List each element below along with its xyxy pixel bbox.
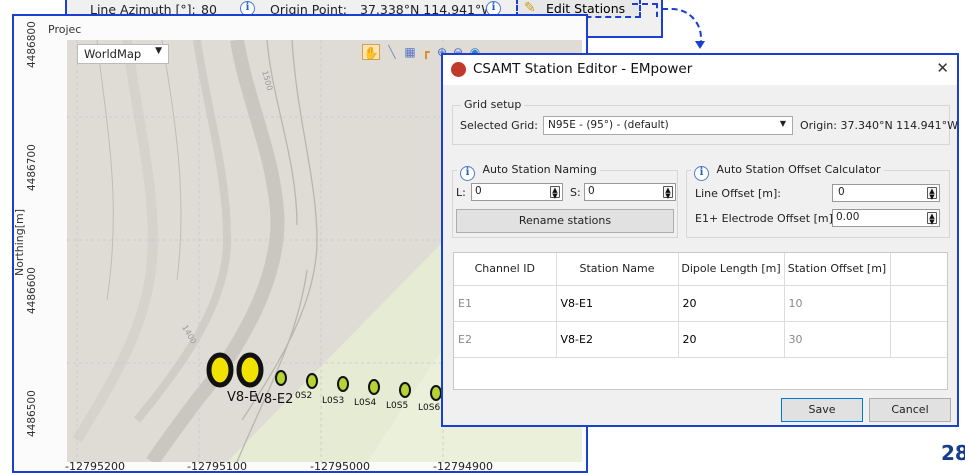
stations-table: Channel ID Station Name Dipole Length [m… bbox=[454, 253, 947, 358]
line-offset-spinner[interactable]: 0 ▲ ▼ bbox=[832, 184, 940, 202]
auto-naming-group: i Auto Station Naming L: 0 ▲ ▼ S: 0 ▲ ▼ Re… bbox=[452, 163, 678, 238]
station-marker-v8-e1 bbox=[206, 352, 234, 388]
station-marker-l0s5 bbox=[368, 379, 380, 395]
spinner-arrows-icon[interactable]: ▲ ▼ bbox=[663, 186, 673, 200]
chevron-down-icon: ▼ bbox=[779, 119, 786, 128]
station-name-cell[interactable]: V8-E1 bbox=[556, 285, 679, 322]
spinner-arrows-icon[interactable]: ▲ ▼ bbox=[927, 212, 937, 226]
column-header[interactable]: Dipole Length [m] bbox=[678, 253, 785, 286]
cancel-button[interactable]: Cancel bbox=[869, 398, 951, 422]
station-marker-0s2 bbox=[275, 370, 287, 386]
station-label: V8-E bbox=[227, 390, 258, 405]
selected-grid-label: Selected Grid: bbox=[460, 119, 538, 132]
project-title: Projec bbox=[48, 23, 82, 36]
column-header[interactable]: Station Offset [m] bbox=[784, 253, 891, 286]
spinner-arrows-icon[interactable]: ▲ ▼ bbox=[550, 186, 560, 200]
offset-calculator-header: i Auto Station Offset Calculator bbox=[691, 163, 884, 181]
slide-page-number: 28 bbox=[941, 441, 965, 465]
table-header-row: Channel ID Station Name Dipole Length [m… bbox=[454, 253, 947, 286]
column-header[interactable]: Station Name bbox=[556, 253, 679, 286]
x-tick: -12794900 bbox=[433, 460, 493, 473]
line-offset-label: Line Offset [m]: bbox=[695, 187, 781, 200]
dialog-titlebar[interactable]: CSAMT Station Editor - EMpower ✕ bbox=[443, 55, 957, 85]
station-marker-l0s4 bbox=[337, 376, 349, 392]
l-label: L: bbox=[456, 186, 466, 199]
s-value: 0 bbox=[588, 185, 595, 197]
empty-cell bbox=[890, 285, 947, 322]
empty-cell bbox=[890, 321, 947, 358]
dipole-length-cell[interactable]: 20 bbox=[678, 285, 785, 322]
info-icon[interactable]: i bbox=[460, 166, 475, 181]
auto-naming-header: i Auto Station Naming bbox=[457, 163, 600, 181]
dialog-title: CSAMT Station Editor - EMpower bbox=[473, 61, 693, 77]
l-value: 0 bbox=[475, 185, 482, 197]
electrode-offset-spinner[interactable]: 0.00 ▲ ▼ bbox=[832, 209, 940, 227]
y-axis-label: Northing[m] bbox=[13, 208, 27, 277]
station-editor-dialog: CSAMT Station Editor - EMpower ✕ Grid se… bbox=[441, 53, 959, 427]
column-header[interactable]: Channel ID bbox=[454, 253, 557, 286]
rename-stations-button[interactable]: Rename stations bbox=[456, 209, 674, 233]
annotation-arrowhead bbox=[695, 41, 705, 49]
info-icon[interactable]: i bbox=[694, 166, 709, 181]
station-offset-cell: 10 bbox=[784, 285, 891, 322]
annotation-arrow-line bbox=[662, 8, 702, 44]
station-label: L0S4 bbox=[354, 398, 377, 408]
station-label: L0S5 bbox=[386, 401, 409, 411]
s-label: S: bbox=[570, 186, 581, 199]
table-row[interactable]: E2 V8-E2 20 30 bbox=[454, 321, 947, 358]
annotation-connector bbox=[632, 3, 658, 17]
grid-setup-group: Grid setup Selected Grid: N95E - (95°) -… bbox=[452, 98, 958, 145]
l-spinner[interactable]: 0 ▲ ▼ bbox=[471, 183, 563, 201]
s-spinner[interactable]: 0 ▲ ▼ bbox=[584, 183, 676, 201]
station-label: V8-E2 bbox=[255, 392, 294, 407]
channel-id-cell: E2 bbox=[454, 321, 557, 358]
station-name-cell[interactable]: V8-E2 bbox=[556, 321, 679, 358]
station-label: L0S6 bbox=[418, 403, 441, 413]
station-label: 0S2 bbox=[295, 391, 313, 401]
grid-setup-title: Grid setup bbox=[461, 98, 525, 111]
x-tick: -12795200 bbox=[65, 460, 125, 473]
column-header-empty bbox=[890, 253, 947, 286]
auto-naming-title: Auto Station Naming bbox=[482, 163, 597, 176]
station-marker-v8-e2 bbox=[236, 352, 264, 388]
table-row[interactable]: E1 V8-E1 20 10 bbox=[454, 285, 947, 322]
selected-grid-value: N95E - (95°) - (default) bbox=[548, 119, 669, 131]
dipole-length-cell[interactable]: 20 bbox=[678, 321, 785, 358]
selected-grid-select[interactable]: N95E - (95°) - (default) ▼ bbox=[543, 116, 793, 135]
station-marker bbox=[430, 385, 442, 401]
empower-logo-icon bbox=[451, 62, 466, 77]
offset-calculator-title: Auto Station Offset Calculator bbox=[716, 163, 881, 176]
offset-calculator-group: i Auto Station Offset Calculator Line Of… bbox=[686, 163, 950, 238]
station-marker-l0s3 bbox=[306, 373, 318, 389]
y-tick: 4486500 bbox=[26, 390, 38, 437]
station-offset-cell: 30 bbox=[784, 321, 891, 358]
station-label: L0S3 bbox=[322, 396, 345, 406]
y-tick: 4486600 bbox=[26, 267, 38, 314]
line-offset-value: 0 bbox=[838, 186, 845, 198]
grid-origin-text: Origin: 37.340°N 114.941°W bbox=[800, 119, 959, 132]
y-tick: 4486800 bbox=[26, 21, 38, 68]
close-icon[interactable]: ✕ bbox=[936, 59, 949, 77]
spinner-arrows-icon[interactable]: ▲ ▼ bbox=[927, 187, 937, 201]
electrode-offset-label: E1+ Electrode Offset [m]: bbox=[695, 212, 837, 225]
channel-id-cell: E1 bbox=[454, 285, 557, 322]
electrode-offset-value: 0.00 bbox=[836, 211, 860, 223]
save-button[interactable]: Save bbox=[781, 398, 863, 422]
x-tick: -12795100 bbox=[187, 460, 247, 473]
x-tick: -12795000 bbox=[310, 460, 370, 473]
station-marker-l0s6 bbox=[399, 382, 411, 398]
y-tick: 4486700 bbox=[26, 144, 38, 191]
